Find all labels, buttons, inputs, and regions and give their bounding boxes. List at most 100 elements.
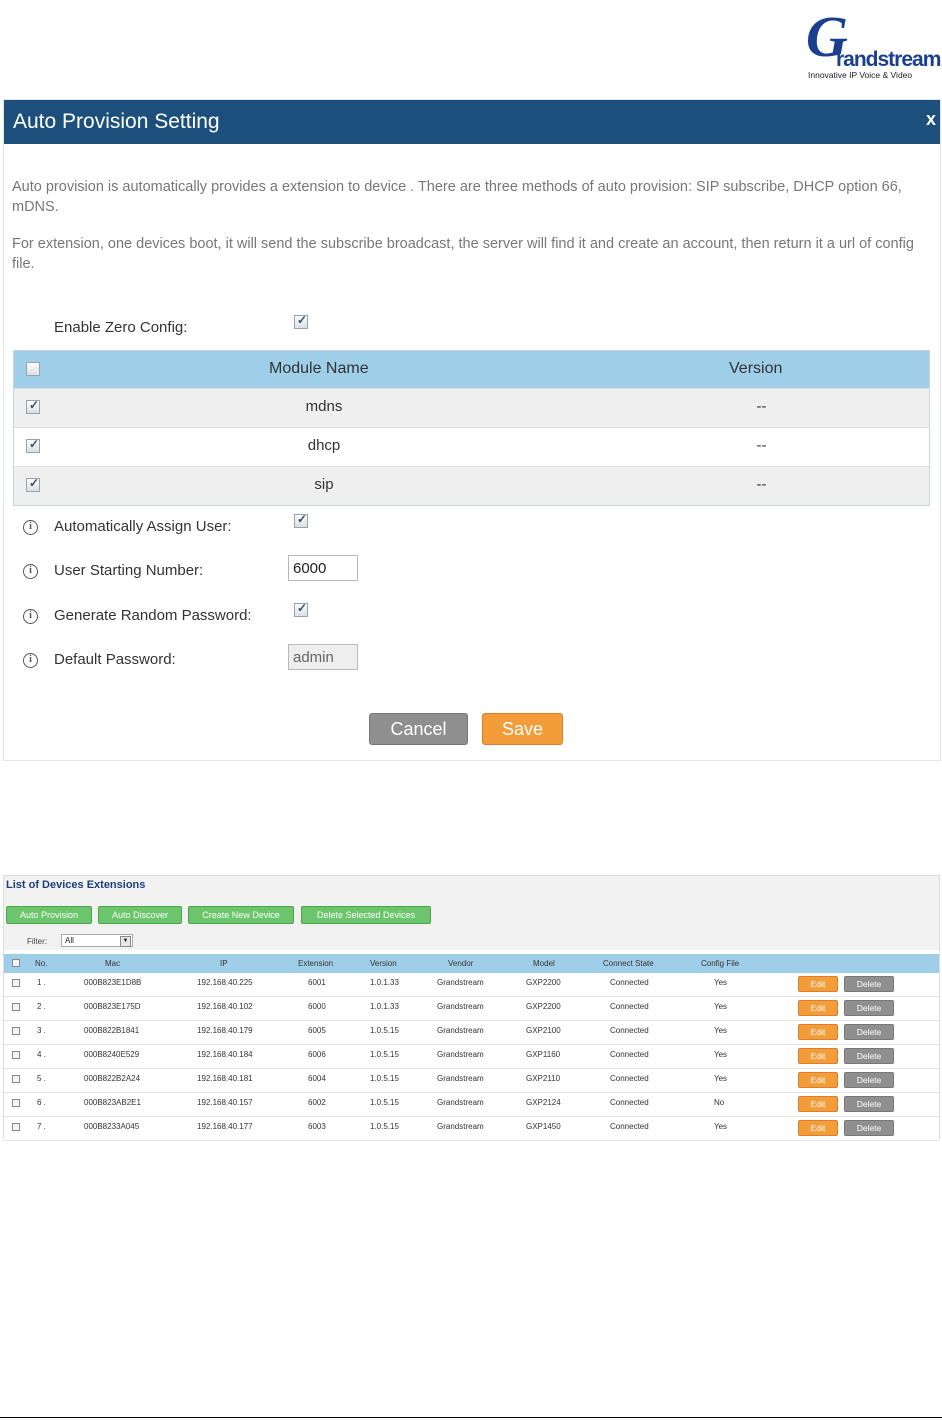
delete-button[interactable]: Delete (844, 1048, 894, 1064)
column-version: Version (729, 360, 783, 377)
device-version: 1.0.5.15 (370, 1074, 399, 1083)
device-row-checkbox[interactable] (12, 1123, 20, 1131)
device-no: 5 . (37, 1074, 46, 1083)
auto-provision-dialog: Auto Provision Setting x Auto provision … (3, 99, 941, 761)
table-row: 6 . 000B823AB2E1 192.168.40.157 6002 1.0.5.1… (4, 1093, 939, 1117)
user-starting-number-input[interactable] (288, 555, 358, 581)
device-vendor: Grandstream (437, 1074, 484, 1083)
device-extension: 6003 (308, 1122, 326, 1131)
description-1: Auto provision is automatically provides… (12, 179, 902, 215)
filter-value: All (65, 936, 74, 945)
module-version: -- (756, 398, 767, 415)
device-row-checkbox[interactable] (12, 979, 20, 987)
device-no: 3 . (37, 1026, 46, 1035)
panel-title: List of Devices Extensions (6, 879, 146, 891)
edit-button[interactable]: Edit (798, 1024, 838, 1040)
device-vendor: Grandstream (437, 1050, 484, 1059)
device-ip: 192.168.40.157 (197, 1098, 253, 1107)
module-row-mdns: mdns -- (14, 388, 929, 427)
info-icon[interactable]: i (23, 564, 38, 579)
enable-zero-config-checkbox[interactable] (294, 313, 308, 329)
module-name: sip (314, 476, 334, 493)
column-config-file: Config File (701, 959, 740, 968)
device-version: 1.0.5.15 (370, 1026, 399, 1035)
edit-button[interactable]: Edit (798, 1120, 838, 1136)
delete-button[interactable]: Delete (844, 1024, 894, 1040)
device-extension: 6005 (308, 1026, 326, 1035)
info-icon[interactable]: i (23, 520, 38, 535)
delete-button[interactable]: Delete (844, 1096, 894, 1112)
device-row-checkbox[interactable] (12, 1099, 20, 1107)
table-row: 5 . 000B822B2A24 192.168.40.181 6004 1.0.5.1… (4, 1069, 939, 1093)
device-config-file: No (714, 1098, 725, 1107)
generate-random-password-checkbox[interactable] (294, 601, 308, 617)
device-row-checkbox[interactable] (12, 1027, 20, 1035)
device-ip: 192.168.40.177 (197, 1122, 253, 1131)
auto-assign-user-checkbox[interactable] (294, 512, 308, 528)
column-mac: Mac (105, 959, 121, 968)
device-extension: 6006 (308, 1050, 326, 1059)
chevron-down-icon[interactable]: ▼ (120, 936, 131, 947)
device-row-checkbox[interactable] (12, 1075, 20, 1083)
device-no: 7 . (37, 1122, 46, 1131)
column-module-name: Module Name (269, 360, 369, 377)
delete-button[interactable]: Delete (844, 1072, 894, 1088)
edit-button[interactable]: Edit (798, 1000, 838, 1016)
edit-button[interactable]: Edit (798, 1072, 838, 1088)
devices-table-header: No. Mac IP Extension Version Vendor Mode… (4, 954, 939, 973)
device-vendor: Grandstream (437, 1026, 484, 1035)
cancel-button[interactable]: Cancel (369, 713, 468, 745)
device-row-checkbox[interactable] (12, 1003, 20, 1011)
device-no: 1 . (37, 978, 46, 987)
info-icon[interactable]: i (23, 653, 38, 668)
create-new-device-button[interactable]: Create New Device (188, 906, 294, 924)
delete-button[interactable]: Delete (844, 976, 894, 992)
device-connect-state: Connected (610, 1074, 649, 1083)
device-extension: 6002 (308, 1098, 326, 1107)
device-model: GXP2124 (526, 1098, 561, 1107)
device-mac: 000B823E1D8B (84, 978, 142, 987)
device-config-file: Yes (714, 1074, 728, 1083)
auto-discover-button[interactable]: Auto Discover (98, 906, 182, 924)
column-no: No. (35, 959, 48, 968)
device-list-panel: List of Devices Extensions Auto Provisio… (3, 875, 940, 1141)
close-icon[interactable]: x (926, 109, 936, 130)
table-row: 2 . 000B823E175D 192.168.40.102 6000 1.0.1.3… (4, 997, 939, 1021)
filter-select[interactable]: All ▼ (61, 934, 133, 947)
device-connect-state: Connected (610, 1098, 649, 1107)
delete-button[interactable]: Delete (844, 1120, 894, 1136)
device-model: GXP2110 (526, 1074, 561, 1083)
device-model: GXP1450 (526, 1122, 561, 1131)
edit-button[interactable]: Edit (798, 976, 838, 992)
auto-provision-button[interactable]: Auto Provision (6, 906, 92, 924)
save-button[interactable]: Save (482, 713, 563, 745)
logo-wordmark: randstream (836, 48, 941, 71)
device-extension: 6000 (308, 1002, 326, 1011)
device-ip: 192.168.40.102 (197, 1002, 253, 1011)
device-ip: 192.168.40.181 (197, 1074, 253, 1083)
module-row-dhcp: dhcp -- (14, 427, 929, 466)
device-connect-state: Connected (610, 1002, 649, 1011)
devices-table: No. Mac IP Extension Version Vendor Mode… (4, 954, 939, 1141)
edit-button[interactable]: Edit (798, 1096, 838, 1112)
delete-button[interactable]: Delete (844, 1000, 894, 1016)
device-row-checkbox[interactable] (12, 1051, 20, 1059)
device-mac: 000B823AB2E1 (84, 1098, 141, 1107)
generate-random-password-label: Generate Random Password: (54, 607, 252, 624)
grandstream-logo: G randstream Innovative IP Voice & Video (806, 8, 941, 81)
device-version: 1.0.5.15 (370, 1050, 399, 1059)
table-row: 1 . 000B823E1D8B 192.168.40.225 6001 1.0.1.3… (4, 973, 939, 997)
enable-zero-config-label: Enable Zero Config: (54, 319, 188, 336)
device-vendor: Grandstream (437, 1122, 484, 1131)
dialog-title: Auto Provision Setting (13, 110, 220, 133)
device-mac: 000B8233A045 (84, 1122, 140, 1131)
device-version: 1.0.1.33 (370, 1002, 399, 1011)
select-all-devices-checkbox[interactable] (12, 959, 20, 967)
column-extension: Extension (298, 959, 334, 968)
edit-button[interactable]: Edit (798, 1048, 838, 1064)
table-row: 4 . 000B8240E529 192.168.40.184 6006 1.0.5.1… (4, 1045, 939, 1069)
delete-selected-devices-button[interactable]: Delete Selected Devices (301, 906, 431, 924)
device-config-file: Yes (714, 1122, 728, 1131)
select-all-modules-checkbox[interactable] (26, 362, 40, 376)
info-icon[interactable]: i (23, 609, 38, 624)
